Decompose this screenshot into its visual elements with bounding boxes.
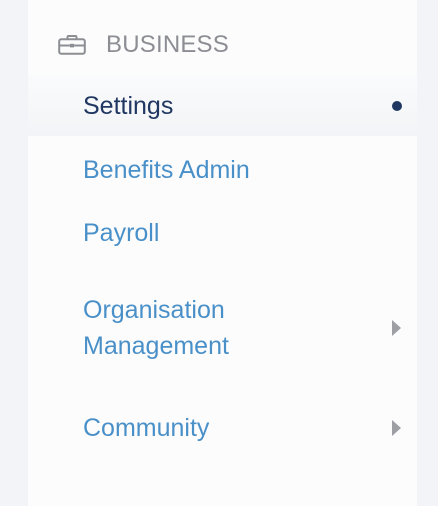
caret-right-icon: [392, 320, 401, 336]
caret-right-icon: [392, 420, 401, 436]
nav-item-payroll[interactable]: Payroll: [83, 215, 403, 251]
nav-item-organisation-management[interactable]: Organisation Management: [83, 292, 403, 364]
briefcase-icon: [58, 35, 86, 55]
nav-item-label: Settings: [83, 92, 174, 120]
section-header-business: BUSINESS: [58, 30, 229, 60]
nav-item-label: Payroll: [83, 219, 160, 247]
sidebar-panel: BUSINESS Settings Benefits Admin Payroll…: [28, 0, 417, 506]
section-title: BUSINESS: [106, 31, 229, 58]
nav-item-label: Community: [83, 414, 210, 442]
nav-item-label: Benefits Admin: [83, 156, 250, 184]
nav-item-community[interactable]: Community: [83, 410, 403, 446]
nav-item-label: Organisation Management: [83, 296, 229, 360]
nav-item-benefits-admin[interactable]: Benefits Admin: [83, 152, 403, 188]
nav-item-settings[interactable]: Settings: [83, 88, 403, 124]
active-indicator-dot: [392, 101, 402, 111]
